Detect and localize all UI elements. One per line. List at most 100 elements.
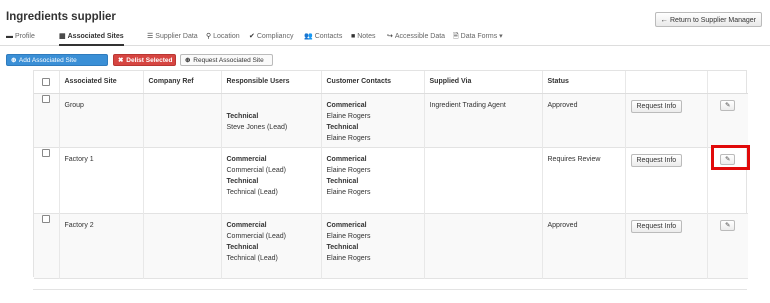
row-select-cell [34, 93, 60, 147]
status-cell: Approved [542, 213, 626, 278]
column-header: Company Ref [143, 71, 222, 94]
contact-role: Commerical [326, 155, 367, 163]
column-header-edit [707, 71, 748, 94]
contact-name: Elaine Rogers [326, 134, 371, 142]
tab-contacts[interactable]: 👥 Contacts [304, 32, 342, 46]
notes-icon: ■ [351, 33, 356, 40]
row-checkbox[interactable] [42, 214, 51, 223]
status-cell: Requires Review [542, 147, 626, 213]
responsible-user: Technical (Lead) [226, 254, 278, 262]
table-row: Factory 1 Commercial Commercial (Lead) T… [34, 147, 748, 213]
divider [33, 289, 747, 290]
customer-contacts-cell: Commerical Elaine Rogers Technical Elain… [321, 93, 425, 147]
close-icon: ✖ [118, 57, 124, 64]
tab-associated-sites[interactable]: ▦ Associated Sites [59, 32, 124, 46]
users-icon: 👥 [304, 33, 313, 40]
column-header-actions [625, 71, 708, 94]
add-button-label: Add Associated Site [18, 57, 77, 64]
tab-location[interactable]: ⚲ Location [206, 32, 240, 46]
edit-icon[interactable]: ✎ [720, 219, 736, 231]
file-icon: 🗎 [453, 33, 459, 40]
responsible-role: Technical [226, 177, 259, 185]
responsible-users-cell: Commercial Commercial (Lead) Technical T… [221, 213, 322, 278]
request-info-cell: Request Info [625, 213, 708, 278]
request-info-cell: Request Info [625, 147, 708, 213]
page-header: Ingredients supplier ← Return to Supplie… [6, 9, 762, 29]
select-all-checkbox[interactable] [42, 77, 51, 86]
building-icon: ▦ [59, 33, 66, 40]
supplied-via-cell: Ingredient Trading Agent [424, 93, 543, 147]
edit-icon[interactable]: ✎ [720, 153, 736, 165]
responsible-user: Technical (Lead) [226, 188, 278, 196]
arrow-left-icon: ← [660, 15, 669, 24]
tab-label: Contacts [314, 33, 343, 40]
responsible-user: Steve Jones (Lead) [226, 123, 288, 131]
tab-label: Supplier Data [155, 33, 198, 40]
table-row: Factory 2 Commercial Commercial (Lead) T… [34, 213, 748, 278]
tab-label: Compliancy [256, 33, 294, 40]
tab-supplier-data[interactable]: ☰ Supplier Data [147, 32, 198, 46]
tab-data-forms[interactable]: 🗎 Data Forms ▾ [453, 32, 503, 46]
request-info-button[interactable]: Request Info [630, 153, 683, 167]
column-header: Associated Site [59, 71, 144, 94]
map-marker-icon: ⚲ [206, 33, 212, 40]
site-cell: Factory 2 [59, 213, 144, 278]
tab-compliancy[interactable]: ✔ Compliancy [249, 32, 293, 46]
responsible-role: Commercial [226, 221, 267, 229]
edit-cell: ✎ [707, 213, 748, 278]
tab-accessible-data[interactable]: ↪ Accessible Data [387, 32, 445, 46]
top-border [0, 0, 770, 2]
add-associated-site-button[interactable]: ⊕ Add Associated Site [6, 54, 108, 66]
edit-icon[interactable]: ✎ [720, 99, 736, 111]
contact-name: Elaine Rogers [326, 188, 371, 196]
request-info-button[interactable]: Request Info [630, 99, 683, 113]
request-info-cell: Request Info [625, 93, 708, 147]
tab-label: Notes [357, 33, 376, 40]
edit-cell: ✎ [707, 147, 748, 213]
responsible-role: Technical [226, 112, 259, 120]
contact-name: Elaine Rogers [326, 112, 371, 120]
tab-notes[interactable]: ■ Notes [351, 32, 376, 46]
list-icon: ☰ [147, 33, 154, 40]
page-title: Ingredients supplier [6, 11, 116, 23]
status-cell: Approved [542, 93, 626, 147]
site-cell: Group [59, 93, 144, 147]
site-cell: Factory 1 [59, 147, 144, 213]
row-checkbox[interactable] [42, 148, 51, 157]
contact-role: Commerical [326, 101, 367, 109]
responsible-role: Technical [226, 243, 259, 251]
customer-contacts-cell: Commerical Elaine Rogers Technical Elain… [321, 147, 425, 213]
responsible-line [227, 100, 316, 111]
plus-circle-icon: ⊕ [11, 57, 17, 64]
request-button-label: Request Associated Site [193, 57, 264, 64]
tab-label: Profile [15, 33, 35, 40]
tab-label: Location [213, 33, 240, 40]
tab-label: Associated Sites [67, 33, 124, 40]
delist-button-label: Delist Selected [126, 57, 173, 64]
column-header: Customer Contacts [321, 71, 425, 94]
select-all-cell [34, 71, 60, 94]
check-icon: ✔ [249, 33, 255, 40]
contact-role: Technical [326, 123, 359, 131]
tab-bar: ▬ Profile ▦ Associated Sites ☰ Supplier Dat… [0, 29, 770, 46]
tab-profile[interactable]: ▬ Profile [6, 32, 35, 46]
company-ref-cell [143, 147, 222, 213]
delist-selected-button[interactable]: ✖ Delist Selected [113, 54, 176, 66]
contact-role: Commerical [326, 221, 367, 229]
request-info-button[interactable]: Request Info [630, 219, 683, 233]
table-row: Group Technical Steve Jones (Lead) Comme… [34, 93, 748, 147]
company-ref-cell [143, 213, 222, 278]
request-associated-site-button[interactable]: ⊕ Request Associated Site [180, 54, 273, 66]
supplied-via-cell [424, 147, 543, 213]
column-header: Status [542, 71, 626, 94]
share-icon: ↪ [387, 33, 393, 40]
company-ref-cell [143, 93, 222, 147]
customer-contacts-cell: Commerical Elaine Rogers Technical Elain… [321, 213, 425, 278]
column-header: Supplied Via [424, 71, 543, 94]
responsible-users-cell: Technical Steve Jones (Lead) [221, 93, 322, 147]
tab-label: Data Forms ▾ [460, 33, 503, 40]
row-checkbox[interactable] [42, 94, 51, 103]
return-to-supplier-manager-button[interactable]: ← Return to Supplier Manager [654, 12, 762, 27]
associated-sites-table: Associated Site Company Ref Responsible … [33, 70, 748, 278]
plus-circle-icon: ⊕ [185, 57, 191, 64]
